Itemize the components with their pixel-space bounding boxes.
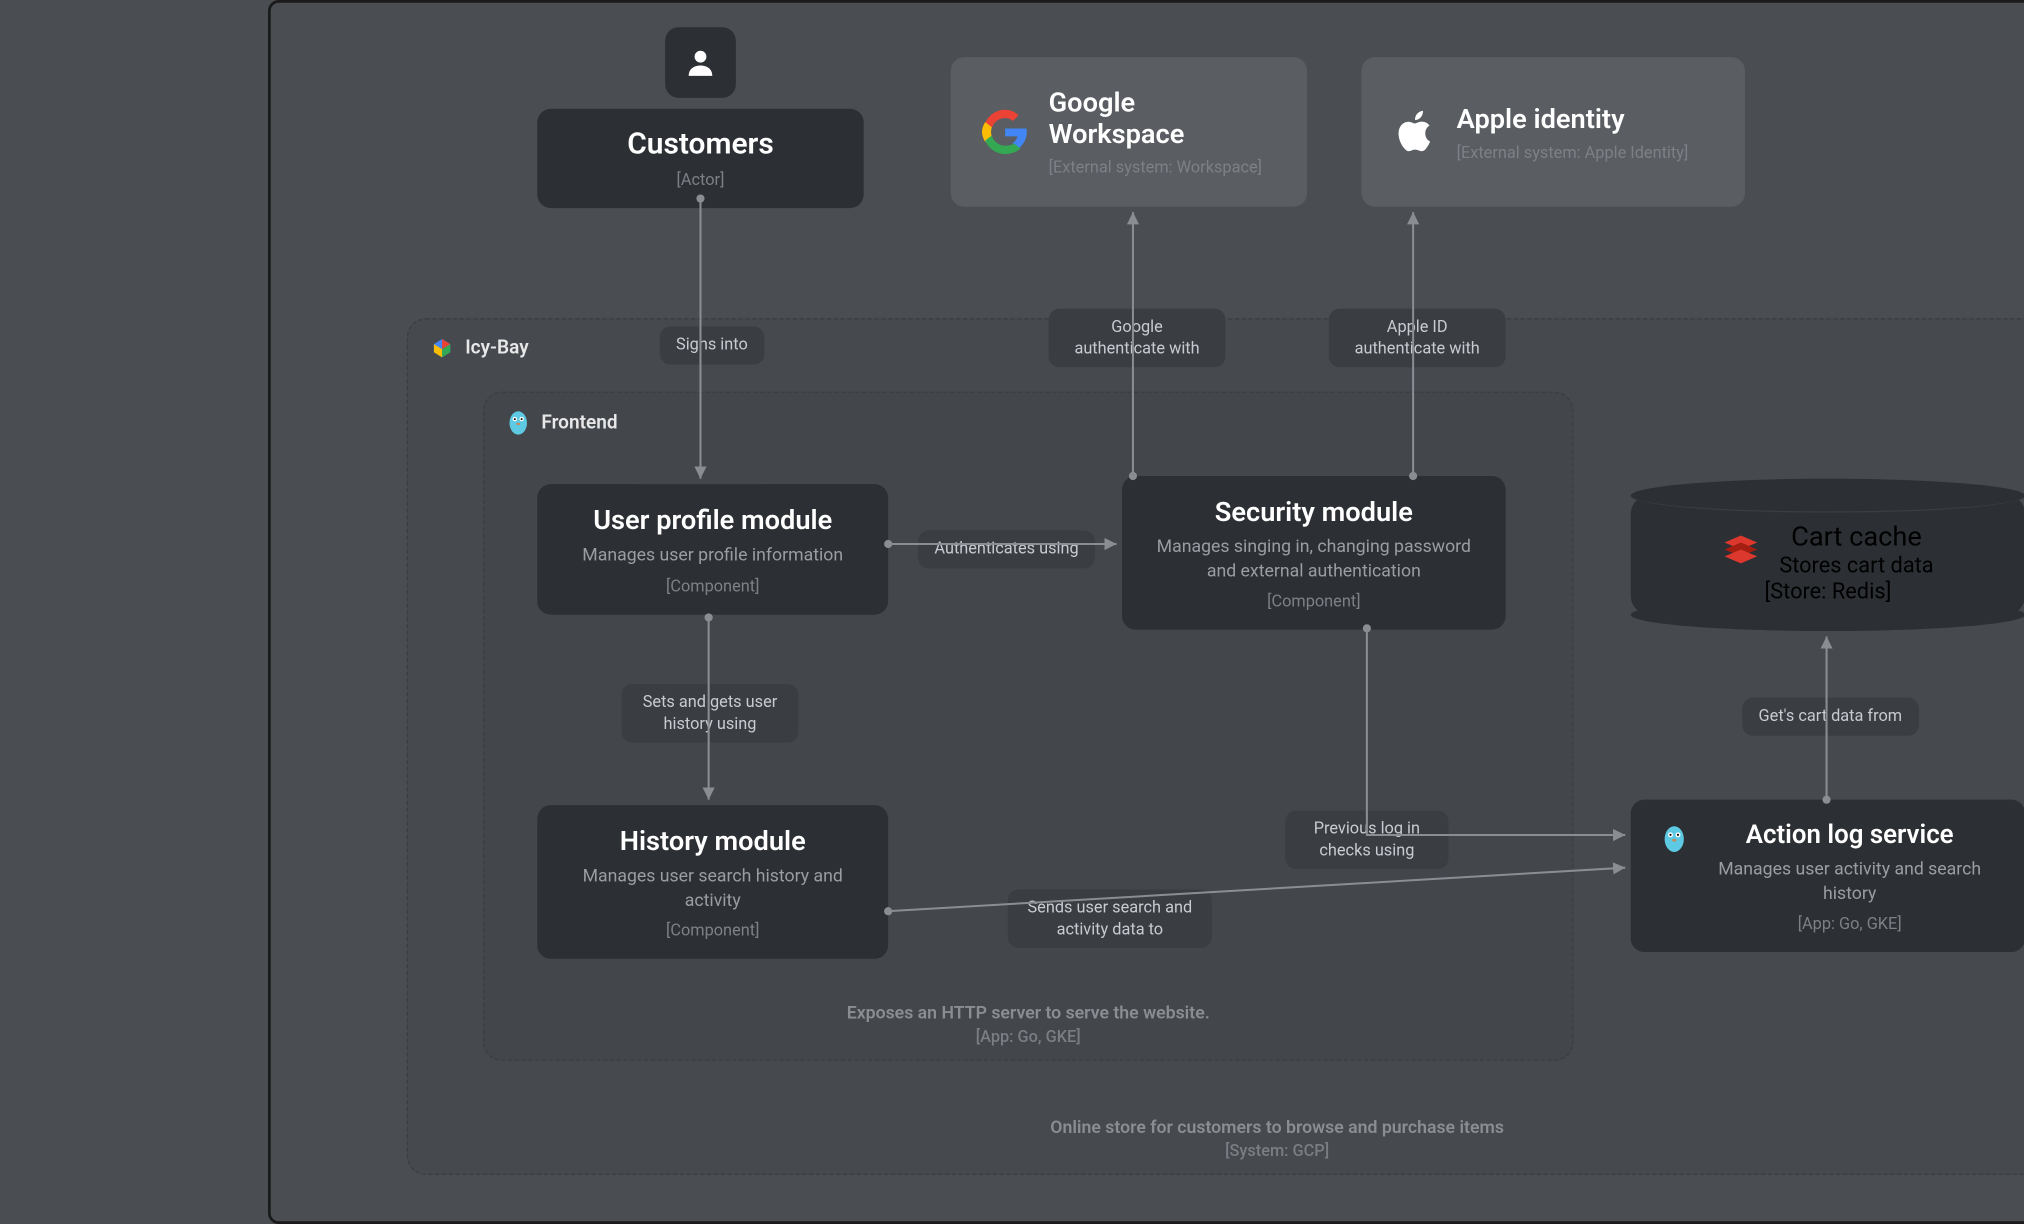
google-meta: [External system: Workspace] <box>1049 158 1277 177</box>
user-profile-module-node: User profile module Manages user profile… <box>537 484 888 614</box>
architecture-diagram: Icy-Bay Online store for customers to br… <box>268 0 2024 1224</box>
customers-title: Customers <box>567 128 834 162</box>
edge-sets-gets-history: Sets and gets user history using <box>622 684 799 743</box>
history-title: History module <box>567 824 858 857</box>
edge-prev-login-checks: Previous log in checks using <box>1285 811 1448 870</box>
apple-identity-node: Apple identity [External system: Apple I… <box>1361 57 1745 207</box>
redis-icon <box>1722 532 1760 565</box>
frontend-footer-meta: [App: Go, GKE] <box>484 1027 1572 1046</box>
system-footer-desc: Online store for customers to browse and… <box>408 1118 2024 1138</box>
history-meta: [Component] <box>567 921 858 940</box>
gopher-icon <box>1661 824 1688 854</box>
frontend-name: Frontend <box>541 412 617 434</box>
edge-authenticates-using: Authenticates using <box>918 530 1095 568</box>
cart-cache-desc: Stores cart data <box>1779 552 1933 578</box>
person-icon <box>683 45 718 80</box>
google-title: Google Workspace <box>1049 87 1277 150</box>
edge-signs-into: Signs into <box>660 326 764 364</box>
gcp-icon <box>430 336 454 360</box>
edge-apple-auth: Apple ID authenticate with <box>1329 309 1506 368</box>
google-workspace-node: Google Workspace [External system: Works… <box>951 57 1307 207</box>
action-log-title: Action log service <box>1704 819 1995 850</box>
frontend-footer-desc: Exposes an HTTP server to serve the webs… <box>484 1004 1572 1024</box>
action-log-desc: Manages user activity and search history <box>1704 858 1995 906</box>
cart-cache-meta: [Store: Redis] <box>1661 578 1996 604</box>
cart-cache-title: Cart cache <box>1779 520 1933 553</box>
edge-google-auth: Google authenticate with <box>1049 309 1226 368</box>
history-desc: Manages user search history and activity <box>567 865 858 913</box>
gopher-icon <box>506 409 530 436</box>
apple-title: Apple identity <box>1457 102 1715 135</box>
security-module-node: Security module Manages singing in, chan… <box>1122 476 1506 630</box>
apple-logo-icon <box>1391 109 1437 155</box>
customers-meta: [Actor] <box>567 170 834 189</box>
cart-cache-store: Cart cache Stores cart data [Store: Redi… <box>1631 495 2024 615</box>
edge-sends-search-activity: Sends user search and activity data to <box>1008 889 1212 948</box>
system-name: Icy-Bay <box>465 337 528 359</box>
user-profile-title: User profile module <box>567 503 858 536</box>
security-meta: [Component] <box>1152 592 1476 611</box>
action-log-meta: [App: Go, GKE] <box>1704 914 1995 933</box>
action-log-service-node: Action log service Manages user activity… <box>1631 800 2024 952</box>
security-desc: Manages singing in, changing password an… <box>1152 536 1476 584</box>
apple-meta: [External system: Apple Identity] <box>1457 143 1715 162</box>
edge-gets-cart-data: Get's cart data from <box>1742 698 1918 736</box>
customers-node: Customers [Actor] <box>537 109 863 208</box>
security-title: Security module <box>1152 495 1476 528</box>
google-logo-icon <box>981 109 1030 155</box>
customers-actor-icon <box>665 27 736 98</box>
user-profile-meta: [Component] <box>567 576 858 595</box>
history-module-node: History module Manages user search histo… <box>537 805 888 959</box>
system-footer-meta: [System: GCP] <box>408 1141 2024 1160</box>
user-profile-desc: Manages user profile information <box>567 544 858 568</box>
